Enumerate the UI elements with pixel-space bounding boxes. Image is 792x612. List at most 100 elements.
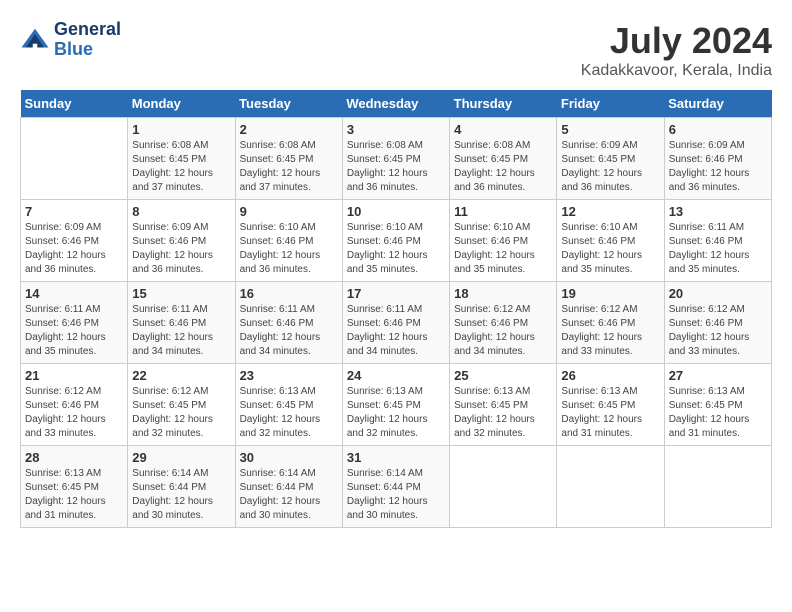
day-number: 18 <box>454 286 552 301</box>
day-number: 22 <box>132 368 230 383</box>
day-number: 7 <box>25 204 123 219</box>
day-info: Sunrise: 6:11 AMSunset: 6:46 PMDaylight:… <box>240 303 338 359</box>
day-number: 9 <box>240 204 338 219</box>
day-cell: 24 Sunrise: 6:13 AMSunset: 6:45 PMDaylig… <box>342 364 449 446</box>
day-cell: 16 Sunrise: 6:11 AMSunset: 6:46 PMDaylig… <box>235 282 342 364</box>
day-cell: 22 Sunrise: 6:12 AMSunset: 6:45 PMDaylig… <box>128 364 235 446</box>
day-cell: 28 Sunrise: 6:13 AMSunset: 6:45 PMDaylig… <box>21 446 128 528</box>
col-header-monday: Monday <box>128 90 235 118</box>
day-cell: 18 Sunrise: 6:12 AMSunset: 6:46 PMDaylig… <box>450 282 557 364</box>
day-info: Sunrise: 6:14 AMSunset: 6:44 PMDaylight:… <box>240 467 338 523</box>
day-number: 21 <box>25 368 123 383</box>
day-cell: 4 Sunrise: 6:08 AMSunset: 6:45 PMDayligh… <box>450 118 557 200</box>
day-cell: 15 Sunrise: 6:11 AMSunset: 6:46 PMDaylig… <box>128 282 235 364</box>
day-cell: 11 Sunrise: 6:10 AMSunset: 6:46 PMDaylig… <box>450 200 557 282</box>
day-cell: 19 Sunrise: 6:12 AMSunset: 6:46 PMDaylig… <box>557 282 664 364</box>
week-row-2: 7 Sunrise: 6:09 AMSunset: 6:46 PMDayligh… <box>21 200 772 282</box>
day-info: Sunrise: 6:13 AMSunset: 6:45 PMDaylight:… <box>669 385 767 441</box>
day-cell: 14 Sunrise: 6:11 AMSunset: 6:46 PMDaylig… <box>21 282 128 364</box>
day-cell: 10 Sunrise: 6:10 AMSunset: 6:46 PMDaylig… <box>342 200 449 282</box>
col-header-sunday: Sunday <box>21 90 128 118</box>
header-row: SundayMondayTuesdayWednesdayThursdayFrid… <box>21 90 772 118</box>
day-cell: 17 Sunrise: 6:11 AMSunset: 6:46 PMDaylig… <box>342 282 449 364</box>
logo-text: General Blue <box>54 20 121 60</box>
day-info: Sunrise: 6:09 AMSunset: 6:46 PMDaylight:… <box>132 221 230 277</box>
day-cell: 8 Sunrise: 6:09 AMSunset: 6:46 PMDayligh… <box>128 200 235 282</box>
day-cell <box>664 446 771 528</box>
day-info: Sunrise: 6:10 AMSunset: 6:46 PMDaylight:… <box>561 221 659 277</box>
day-info: Sunrise: 6:11 AMSunset: 6:46 PMDaylight:… <box>132 303 230 359</box>
day-info: Sunrise: 6:12 AMSunset: 6:45 PMDaylight:… <box>132 385 230 441</box>
day-number: 8 <box>132 204 230 219</box>
week-row-3: 14 Sunrise: 6:11 AMSunset: 6:46 PMDaylig… <box>21 282 772 364</box>
day-cell: 30 Sunrise: 6:14 AMSunset: 6:44 PMDaylig… <box>235 446 342 528</box>
col-header-tuesday: Tuesday <box>235 90 342 118</box>
day-number: 28 <box>25 450 123 465</box>
day-number: 31 <box>347 450 445 465</box>
day-number: 6 <box>669 122 767 137</box>
week-row-4: 21 Sunrise: 6:12 AMSunset: 6:46 PMDaylig… <box>21 364 772 446</box>
day-cell: 20 Sunrise: 6:12 AMSunset: 6:46 PMDaylig… <box>664 282 771 364</box>
day-cell: 9 Sunrise: 6:10 AMSunset: 6:46 PMDayligh… <box>235 200 342 282</box>
calendar-table: SundayMondayTuesdayWednesdayThursdayFrid… <box>20 90 772 528</box>
day-info: Sunrise: 6:10 AMSunset: 6:46 PMDaylight:… <box>347 221 445 277</box>
day-info: Sunrise: 6:10 AMSunset: 6:46 PMDaylight:… <box>454 221 552 277</box>
day-number: 20 <box>669 286 767 301</box>
day-cell: 5 Sunrise: 6:09 AMSunset: 6:45 PMDayligh… <box>557 118 664 200</box>
day-number: 5 <box>561 122 659 137</box>
day-info: Sunrise: 6:14 AMSunset: 6:44 PMDaylight:… <box>132 467 230 523</box>
day-number: 27 <box>669 368 767 383</box>
subtitle: Kadakkavoor, Kerala, India <box>581 62 772 80</box>
week-row-5: 28 Sunrise: 6:13 AMSunset: 6:45 PMDaylig… <box>21 446 772 528</box>
day-info: Sunrise: 6:13 AMSunset: 6:45 PMDaylight:… <box>240 385 338 441</box>
day-info: Sunrise: 6:13 AMSunset: 6:45 PMDaylight:… <box>454 385 552 441</box>
logo-icon <box>20 25 50 55</box>
day-info: Sunrise: 6:09 AMSunset: 6:45 PMDaylight:… <box>561 139 659 195</box>
day-info: Sunrise: 6:13 AMSunset: 6:45 PMDaylight:… <box>25 467 123 523</box>
day-info: Sunrise: 6:11 AMSunset: 6:46 PMDaylight:… <box>669 221 767 277</box>
day-info: Sunrise: 6:12 AMSunset: 6:46 PMDaylight:… <box>25 385 123 441</box>
day-number: 10 <box>347 204 445 219</box>
day-cell: 26 Sunrise: 6:13 AMSunset: 6:45 PMDaylig… <box>557 364 664 446</box>
day-info: Sunrise: 6:08 AMSunset: 6:45 PMDaylight:… <box>240 139 338 195</box>
week-row-1: 1 Sunrise: 6:08 AMSunset: 6:45 PMDayligh… <box>21 118 772 200</box>
day-cell: 2 Sunrise: 6:08 AMSunset: 6:45 PMDayligh… <box>235 118 342 200</box>
header: General Blue July 2024 Kadakkavoor, Kera… <box>20 20 772 80</box>
day-cell <box>557 446 664 528</box>
title-area: July 2024 Kadakkavoor, Kerala, India <box>581 20 772 80</box>
day-cell: 1 Sunrise: 6:08 AMSunset: 6:45 PMDayligh… <box>128 118 235 200</box>
day-info: Sunrise: 6:11 AMSunset: 6:46 PMDaylight:… <box>25 303 123 359</box>
day-info: Sunrise: 6:09 AMSunset: 6:46 PMDaylight:… <box>669 139 767 195</box>
day-number: 1 <box>132 122 230 137</box>
day-number: 13 <box>669 204 767 219</box>
day-number: 12 <box>561 204 659 219</box>
day-cell: 31 Sunrise: 6:14 AMSunset: 6:44 PMDaylig… <box>342 446 449 528</box>
day-cell <box>21 118 128 200</box>
day-cell: 12 Sunrise: 6:10 AMSunset: 6:46 PMDaylig… <box>557 200 664 282</box>
day-cell: 27 Sunrise: 6:13 AMSunset: 6:45 PMDaylig… <box>664 364 771 446</box>
day-number: 16 <box>240 286 338 301</box>
day-cell: 29 Sunrise: 6:14 AMSunset: 6:44 PMDaylig… <box>128 446 235 528</box>
day-number: 30 <box>240 450 338 465</box>
day-info: Sunrise: 6:08 AMSunset: 6:45 PMDaylight:… <box>454 139 552 195</box>
day-number: 17 <box>347 286 445 301</box>
day-info: Sunrise: 6:08 AMSunset: 6:45 PMDaylight:… <box>132 139 230 195</box>
day-number: 4 <box>454 122 552 137</box>
day-cell: 23 Sunrise: 6:13 AMSunset: 6:45 PMDaylig… <box>235 364 342 446</box>
day-number: 11 <box>454 204 552 219</box>
day-number: 15 <box>132 286 230 301</box>
day-info: Sunrise: 6:12 AMSunset: 6:46 PMDaylight:… <box>454 303 552 359</box>
day-number: 19 <box>561 286 659 301</box>
day-cell: 25 Sunrise: 6:13 AMSunset: 6:45 PMDaylig… <box>450 364 557 446</box>
day-cell: 21 Sunrise: 6:12 AMSunset: 6:46 PMDaylig… <box>21 364 128 446</box>
day-cell: 13 Sunrise: 6:11 AMSunset: 6:46 PMDaylig… <box>664 200 771 282</box>
col-header-wednesday: Wednesday <box>342 90 449 118</box>
day-cell <box>450 446 557 528</box>
col-header-friday: Friday <box>557 90 664 118</box>
day-number: 23 <box>240 368 338 383</box>
day-number: 26 <box>561 368 659 383</box>
col-header-thursday: Thursday <box>450 90 557 118</box>
day-info: Sunrise: 6:12 AMSunset: 6:46 PMDaylight:… <box>669 303 767 359</box>
col-header-saturday: Saturday <box>664 90 771 118</box>
day-number: 29 <box>132 450 230 465</box>
